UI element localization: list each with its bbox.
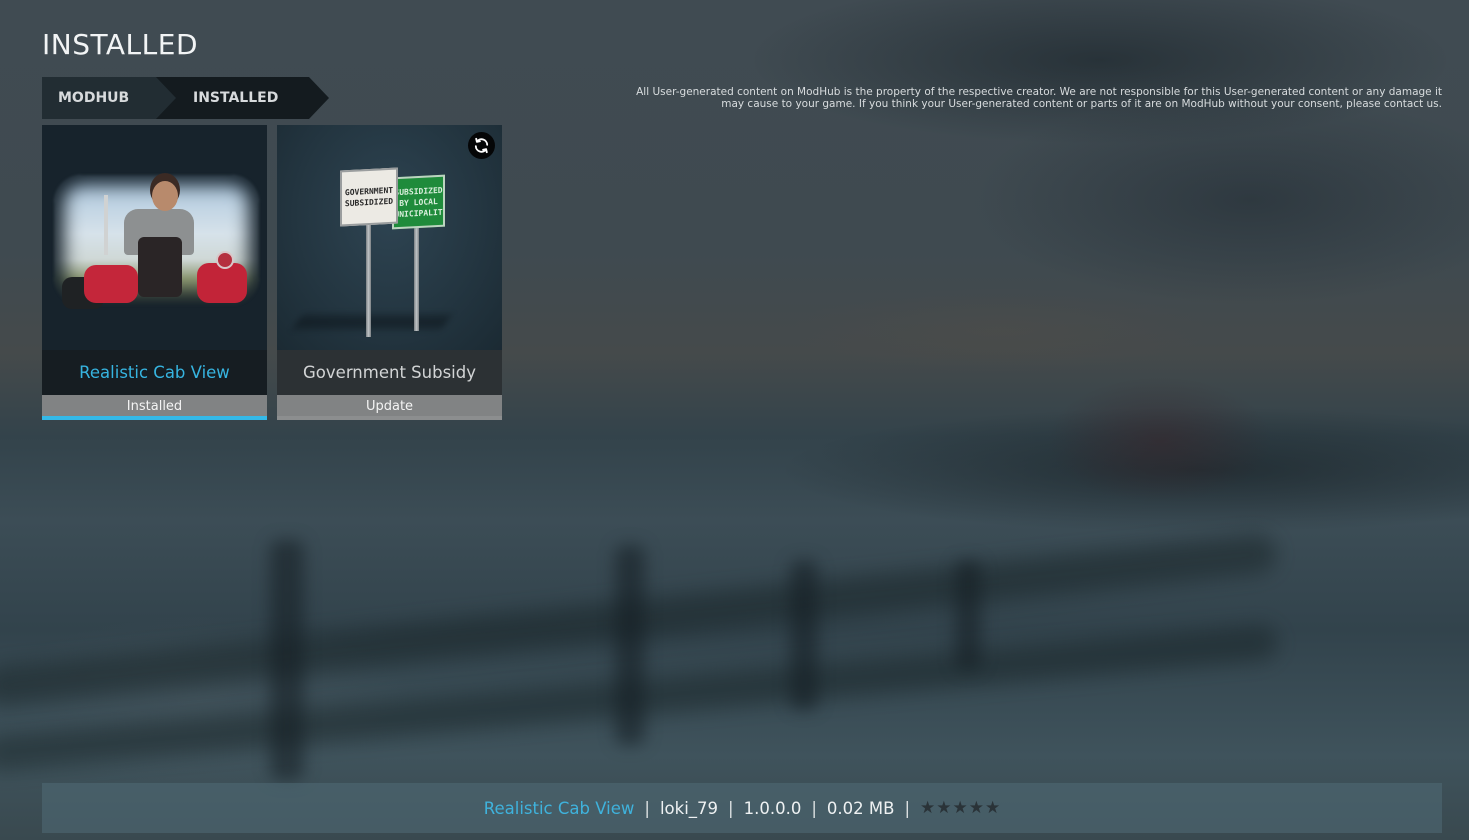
page-title: INSTALLED	[42, 28, 199, 61]
breadcrumb-installed[interactable]: INSTALLED	[156, 77, 329, 119]
mod-status: Update	[277, 395, 502, 417]
sign-shadow	[292, 315, 452, 329]
rating-stars: ★ ★ ★ ★ ★	[920, 797, 1001, 818]
separator: |	[728, 798, 734, 818]
disclaimer-line-2: may cause to your game. If you think you…	[721, 97, 1442, 110]
star-icon: ★	[968, 797, 984, 818]
tractor-fender-right	[197, 263, 247, 303]
info-mod-name: Realistic Cab View	[483, 798, 635, 818]
tractor-fender-left	[84, 265, 138, 303]
star-icon: ★	[985, 797, 1001, 818]
star-icon: ★	[920, 797, 936, 818]
disclaimer-line-1: All User-generated content on ModHub is …	[636, 86, 1442, 98]
farmer-head	[152, 181, 178, 211]
fence-post	[955, 560, 981, 670]
sign-pole	[366, 223, 371, 337]
fence-post	[270, 540, 304, 780]
info-size: 0.02 MB	[826, 798, 895, 818]
info-author: loki_79	[659, 798, 719, 818]
mod-thumbnail: SUBSIDIZED BY LOCAL MUNICIPALITY GOVERNM…	[277, 125, 502, 350]
mod-name: Realistic Cab View	[42, 350, 267, 395]
tractor-seat	[138, 237, 182, 297]
sign-green: SUBSIDIZED BY LOCAL MUNICIPALITY	[392, 174, 445, 230]
star-icon: ★	[952, 797, 968, 818]
ugc-disclaimer: All User-generated content on ModHub is …	[582, 86, 1442, 110]
sign-pole	[414, 225, 419, 331]
mod-card-government-subsidy[interactable]: SUBSIDIZED BY LOCAL MUNICIPALITY GOVERNM…	[277, 125, 502, 420]
breadcrumb-modhub[interactable]: MODHUB	[42, 77, 176, 119]
refresh-icon[interactable]	[468, 132, 495, 159]
card-underline	[277, 416, 502, 420]
breadcrumb: MODHUB INSTALLED	[42, 77, 329, 119]
star-icon: ★	[936, 797, 952, 818]
mod-name: Government Subsidy	[277, 350, 502, 395]
separator: |	[644, 798, 650, 818]
fence-post	[615, 545, 645, 745]
mod-status: Installed	[42, 395, 267, 417]
sign-white: GOVERNMENT SUBSIDIZED	[340, 167, 398, 227]
separator: |	[811, 798, 817, 818]
exhaust-pipe	[104, 195, 108, 255]
selected-mod-info-bar: Realistic Cab View | loki_79 | 1.0.0.0 |…	[42, 783, 1442, 833]
mod-thumbnail	[42, 125, 267, 350]
fence-post	[790, 560, 818, 710]
info-version: 1.0.0.0	[743, 798, 802, 818]
mod-card-realistic-cab-view[interactable]: Realistic Cab View Installed	[42, 125, 267, 420]
selection-indicator	[42, 416, 267, 420]
separator: |	[904, 798, 910, 818]
tractor-lamp	[216, 251, 234, 269]
